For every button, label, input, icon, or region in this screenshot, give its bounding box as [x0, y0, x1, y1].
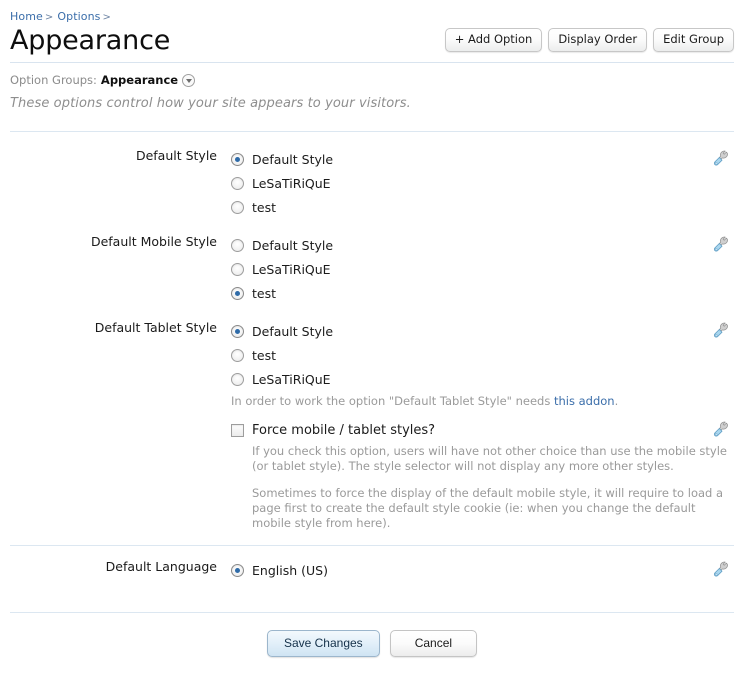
- radio-option[interactable]: Default Style: [231, 234, 333, 256]
- chevron-down-circle-icon[interactable]: [182, 74, 195, 87]
- force-styles-hint-1: If you check this option, users will hav…: [252, 444, 732, 474]
- radio-label: test: [252, 200, 276, 215]
- footer-divider: [10, 612, 734, 613]
- field-control: Default Style LeSaTiRiQuE test: [231, 148, 333, 218]
- radio-label: LeSaTiRiQuE: [252, 372, 331, 387]
- radio-indicator[interactable]: [231, 349, 244, 362]
- radio-option[interactable]: LeSaTiRiQuE: [231, 172, 333, 194]
- breadcrumb-item-options[interactable]: Options: [57, 10, 100, 23]
- title-bar: Appearance + Add Option Display Order Ed…: [10, 24, 734, 58]
- this-addon-link[interactable]: this addon: [554, 394, 615, 408]
- force-styles-label: Force mobile / tablet styles?: [252, 423, 435, 438]
- options-page: Home>Options> Appearance + Add Option Di…: [0, 0, 744, 678]
- option-groups-selector[interactable]: Option Groups: Appearance: [10, 73, 195, 87]
- add-option-button[interactable]: + Add Option: [445, 28, 543, 52]
- group-description: These options control how your site appe…: [10, 96, 411, 111]
- description-divider: [10, 131, 734, 132]
- hint-text-after: .: [615, 394, 619, 408]
- radio-option[interactable]: LeSaTiRiQuE: [231, 258, 333, 280]
- option-groups-label: Option Groups:: [10, 73, 97, 87]
- breadcrumb-separator: >: [103, 12, 111, 23]
- radio-indicator[interactable]: [231, 263, 244, 276]
- cancel-button[interactable]: Cancel: [390, 630, 477, 657]
- display-order-button[interactable]: Display Order: [548, 28, 647, 52]
- radio-option[interactable]: LeSaTiRiQuE: [231, 368, 711, 390]
- radio-label: Default Style: [252, 238, 333, 253]
- radio-label: Default Style: [252, 152, 333, 167]
- radio-option[interactable]: English (US): [231, 559, 328, 581]
- radio-indicator[interactable]: [231, 325, 244, 338]
- radio-indicator[interactable]: [231, 201, 244, 214]
- radio-indicator[interactable]: [231, 239, 244, 252]
- field-label: Default Mobile Style: [0, 234, 217, 249]
- radio-option[interactable]: Default Style: [231, 320, 711, 342]
- radio-indicator[interactable]: [231, 373, 244, 386]
- language-section-divider: [10, 545, 734, 546]
- breadcrumb: Home>Options>: [10, 10, 115, 23]
- radio-indicator[interactable]: [231, 153, 244, 166]
- hint-text-before: In order to work the option "Default Tab…: [231, 394, 554, 408]
- radio-option[interactable]: Default Style: [231, 148, 333, 170]
- wrench-icon[interactable]: [712, 561, 730, 579]
- breadcrumb-item-home[interactable]: Home: [10, 10, 43, 23]
- wrench-icon[interactable]: [712, 150, 730, 168]
- radio-option[interactable]: test: [231, 196, 333, 218]
- wrench-icon[interactable]: [712, 322, 730, 340]
- force-styles-hint-2: Sometimes to force the display of the de…: [252, 486, 732, 531]
- save-changes-button[interactable]: Save Changes: [267, 630, 380, 657]
- force-styles-checkbox[interactable]: [231, 424, 244, 437]
- radio-option[interactable]: test: [231, 344, 711, 366]
- force-styles-checkbox-row[interactable]: Force mobile / tablet styles?: [231, 419, 732, 441]
- wrench-icon[interactable]: [712, 236, 730, 254]
- radio-label: test: [252, 348, 276, 363]
- radio-label: LeSaTiRiQuE: [252, 176, 331, 191]
- field-label: Default Style: [0, 148, 217, 163]
- breadcrumb-separator: >: [45, 12, 53, 23]
- radio-indicator[interactable]: [231, 177, 244, 190]
- radio-option[interactable]: test: [231, 282, 333, 304]
- field-label: Default Tablet Style: [0, 320, 217, 335]
- radio-indicator[interactable]: [231, 564, 244, 577]
- field-control: English (US): [231, 559, 328, 581]
- wrench-icon[interactable]: [712, 421, 730, 439]
- radio-label: LeSaTiRiQuE: [252, 262, 331, 277]
- option-groups-value: Appearance: [101, 73, 178, 87]
- field-control: Default Style LeSaTiRiQuE test: [231, 234, 333, 304]
- field-control: Default Style test LeSaTiRiQuE In order …: [231, 320, 711, 409]
- tablet-style-hint: In order to work the option "Default Tab…: [231, 394, 711, 409]
- radio-label: Default Style: [252, 324, 333, 339]
- field-control: Force mobile / tablet styles? If you che…: [231, 419, 732, 531]
- radio-indicator[interactable]: [231, 287, 244, 300]
- field-label: Default Language: [0, 559, 217, 574]
- radio-label: test: [252, 286, 276, 301]
- edit-group-button[interactable]: Edit Group: [653, 28, 734, 52]
- radio-label: English (US): [252, 563, 328, 578]
- form-footer: Save Changes Cancel: [0, 630, 744, 657]
- header-actions: + Add Option Display Order Edit Group: [445, 28, 734, 52]
- header-divider: [10, 62, 734, 63]
